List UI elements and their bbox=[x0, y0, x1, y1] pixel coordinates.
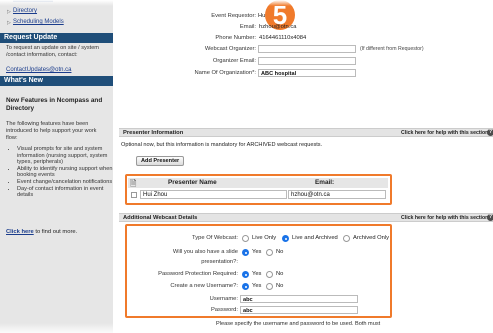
list-item: Event change/cancelation notifications bbox=[17, 179, 121, 186]
col-presenter-name: Presenter Name bbox=[168, 179, 217, 186]
phone-value: 4164461110x4084 bbox=[259, 35, 307, 41]
password-protection-label: Password Protection Required: bbox=[158, 271, 238, 277]
event-requestor-label: Event Requestor: bbox=[211, 13, 256, 19]
features-list: Visual prompts for site and system infor… bbox=[8, 146, 121, 199]
col-email: Email: bbox=[315, 179, 335, 186]
radio-new-username-no-label: No bbox=[276, 283, 284, 289]
help-icon[interactable]: ? bbox=[487, 214, 493, 221]
top-fade bbox=[0, 0, 493, 6]
email-label: Email: bbox=[239, 24, 256, 30]
new-features-title: New Features in Ncompass and Directory bbox=[6, 97, 103, 112]
event-requestor-value: Hu bbox=[258, 13, 266, 19]
list-item: Visual prompts for site and system infor… bbox=[17, 146, 121, 166]
radio-slide-no-label: No bbox=[276, 249, 284, 255]
radio-archived-only-label: Archived Only bbox=[353, 235, 390, 241]
radio-new-username-no[interactable] bbox=[266, 283, 273, 290]
presenter-section-title: Presenter Information bbox=[123, 130, 184, 136]
webcast-section-title: Additional Webcast Details bbox=[123, 215, 198, 221]
bullet-icon: ▷ bbox=[7, 9, 11, 15]
find-out-more-label: to find out more. bbox=[33, 229, 78, 235]
presenter-icon: 🗎 bbox=[130, 179, 137, 188]
presenter-table-header bbox=[128, 178, 388, 188]
webcast-organizer-input[interactable] bbox=[258, 45, 356, 53]
add-presenter-button[interactable]: Add Presenter bbox=[136, 156, 185, 166]
slide-presentation-label: Will you also have a slide bbox=[172, 249, 238, 255]
radio-password-no[interactable] bbox=[266, 271, 273, 278]
radio-live-only[interactable] bbox=[242, 235, 249, 242]
presenter-optional-note: Optional now, but this information is ma… bbox=[121, 142, 323, 148]
help-icon[interactable]: ? bbox=[487, 129, 493, 136]
radio-password-no-label: No bbox=[276, 271, 284, 277]
organization-name-label: Name Of Organization*: bbox=[194, 70, 256, 76]
organizer-email-input[interactable] bbox=[258, 57, 356, 65]
radio-new-username-yes-label: Yes bbox=[252, 283, 262, 289]
radio-live-and-archived-label: Live and Archived bbox=[292, 235, 338, 241]
radio-live-and-archived[interactable] bbox=[282, 235, 289, 242]
sidebar: ▷ Directory ▷ Scheduling Models Request … bbox=[0, 0, 113, 333]
new-features-intro: The following features have been introdu… bbox=[6, 121, 97, 141]
username-input[interactable]: abc bbox=[240, 295, 358, 303]
webcast-section-header: Additional Webcast Details Click here fo… bbox=[119, 213, 493, 222]
request-update-text: To request an update on site / system /c… bbox=[6, 45, 99, 58]
presenter-help-link[interactable]: Click here for help with this section bbox=[401, 130, 488, 136]
radio-password-yes-label: Yes bbox=[252, 271, 262, 277]
radio-password-yes[interactable] bbox=[242, 271, 249, 278]
presenter-name-input[interactable]: Hui Zhou bbox=[140, 190, 287, 199]
password-label: Password: bbox=[210, 307, 238, 313]
radio-archived-only[interactable] bbox=[343, 235, 350, 242]
webcast-type-label: Type Of Webcast: bbox=[192, 235, 238, 241]
whats-new-header: What's New bbox=[0, 76, 113, 86]
organization-name-input[interactable]: ABC hospital bbox=[258, 69, 356, 77]
contact-updates-email-link[interactable]: ContactUpdates@otn.ca bbox=[6, 67, 71, 73]
organizer-email-label: Organizer Email: bbox=[212, 58, 256, 64]
click-here-link[interactable]: Click here bbox=[6, 229, 34, 235]
bottom-fade bbox=[0, 323, 493, 333]
presenter-row-checkbox[interactable] bbox=[131, 192, 137, 198]
presenter-email-input[interactable]: hzhou@otn.ca bbox=[288, 190, 386, 199]
radio-live-only-label: Live Only bbox=[252, 235, 277, 241]
sidebar-link-directory[interactable]: Directory bbox=[13, 8, 37, 14]
radio-slide-no[interactable] bbox=[266, 249, 273, 256]
sidebar-link-scheduling-models[interactable]: Scheduling Models bbox=[13, 19, 64, 25]
find-out-more-text: Click here to find out more. bbox=[6, 229, 77, 235]
list-item: Ability to identify nursing support when… bbox=[17, 166, 121, 179]
webcast-help-link[interactable]: Click here for help with this section bbox=[401, 215, 488, 221]
radio-slide-yes[interactable] bbox=[242, 249, 249, 256]
new-username-label: Create a new Username?: bbox=[170, 283, 238, 289]
request-update-header: Request Update bbox=[0, 33, 113, 43]
radio-new-username-yes[interactable] bbox=[242, 283, 249, 290]
bullet-icon: ▷ bbox=[7, 20, 11, 26]
radio-slide-yes-label: Yes bbox=[252, 249, 262, 255]
webcast-organizer-label: Webcast Organizer: bbox=[204, 46, 256, 52]
email-value: hzhou@otn.ca bbox=[259, 24, 297, 30]
presenter-section-header: Presenter Information Click here for hel… bbox=[119, 128, 493, 137]
phone-label: Phone Number: bbox=[215, 35, 256, 41]
password-input[interactable]: abc bbox=[240, 306, 358, 314]
different-from-requestor-note: (If different from Requestor) bbox=[360, 46, 424, 52]
slide-presentation-label-2: presentation?: bbox=[201, 259, 238, 265]
username-label: Username: bbox=[209, 296, 238, 302]
list-item: Day-of contact information in event deta… bbox=[17, 186, 121, 199]
